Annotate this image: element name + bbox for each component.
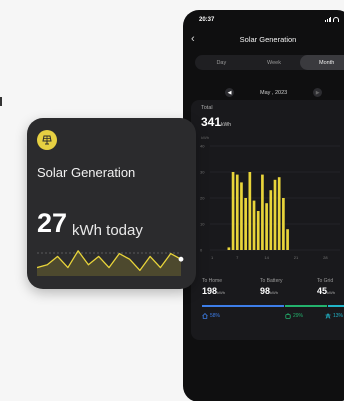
- status-time: 20:37: [199, 17, 215, 23]
- home-percent: 58%: [202, 313, 220, 319]
- page-title: Solar Generation: [239, 35, 297, 44]
- solar-widget[interactable]: Solar Generation 27 kWh today: [27, 118, 196, 289]
- period-tabs: Day Week Month: [195, 55, 344, 70]
- chart-bar: [269, 190, 273, 250]
- home-icon: [202, 313, 208, 319]
- chart-bar: [227, 247, 231, 250]
- tab-month[interactable]: Month: [300, 55, 344, 70]
- stat-unit: kWh: [327, 290, 336, 295]
- widget-title: Solar Generation: [37, 165, 136, 180]
- grid-percent: 13%: [325, 313, 343, 319]
- generation-sparkline: [37, 250, 184, 276]
- stat-unit: kWh: [270, 290, 279, 295]
- battery-share-bar: [285, 305, 327, 307]
- wifi-icon: [333, 17, 339, 22]
- stat-value: 198: [202, 286, 218, 296]
- signal-icon: [325, 17, 331, 22]
- y-tick-label: 0: [200, 248, 203, 253]
- total-label: Total: [201, 105, 213, 111]
- solar-panel-icon: [37, 130, 57, 150]
- x-tick-label: 1: [211, 255, 214, 260]
- stat-value: 98: [260, 286, 271, 296]
- stat-to-grid: To Grid 45kWh: [317, 278, 335, 296]
- chart-bar: [235, 174, 239, 250]
- chart-bar: [244, 198, 247, 250]
- sparkline-endpoint: [178, 256, 184, 262]
- chart-bar: [286, 229, 289, 250]
- edge-marker: [0, 97, 2, 106]
- x-tick-label: 14: [264, 255, 269, 260]
- chart-bar: [277, 177, 281, 250]
- x-tick-label: 7: [236, 255, 239, 260]
- stat-to-home: To Home 198kWh: [202, 278, 225, 296]
- percent-value: 13%: [333, 313, 344, 319]
- percent-value: 58%: [210, 313, 221, 319]
- stat-to-battery: To Battery 98kWh: [260, 278, 283, 296]
- chart-bar: [265, 203, 268, 250]
- total-number: 341: [201, 115, 222, 129]
- percent-value: 29%: [293, 313, 304, 319]
- grid-tower-icon: [325, 313, 331, 319]
- chart-bar: [248, 172, 252, 250]
- stat-label: To Grid: [317, 278, 334, 284]
- widget-value: 27: [37, 208, 68, 238]
- tab-day[interactable]: Day: [195, 55, 248, 70]
- chart-bar: [252, 200, 256, 250]
- x-tick-label: 21: [294, 255, 299, 260]
- x-tick-label: 28: [323, 255, 328, 260]
- chart-bar: [240, 182, 243, 250]
- next-month-button[interactable]: ▶: [313, 88, 323, 97]
- date-navigator: ◀ May , 2023 ▶: [225, 88, 323, 97]
- battery-percent: 29%: [285, 313, 303, 319]
- stat-label: To Battery: [260, 278, 283, 284]
- status-icons: [325, 17, 339, 22]
- y-tick-label: 40: [200, 144, 205, 149]
- grid-share-bar: [328, 305, 344, 307]
- date-label: May , 2023: [260, 89, 288, 96]
- total-value: 341kWh: [201, 115, 231, 129]
- monthly-bar-chart: 40 30 20 10 0 1 7 14 21 28: [200, 144, 340, 260]
- widget-unit: kWh today: [72, 222, 143, 239]
- tab-week[interactable]: Week: [248, 55, 301, 70]
- chart-bar: [282, 198, 285, 250]
- stat-label: To Home: [202, 278, 223, 284]
- chart-bar: [273, 179, 277, 250]
- y-tick-label: 20: [200, 196, 205, 201]
- chart-bar: [261, 174, 264, 250]
- chart-bar: [231, 172, 235, 250]
- y-tick-label: 30: [200, 170, 205, 175]
- stat-value: 45: [317, 286, 328, 296]
- sparkline-area: [37, 250, 181, 276]
- battery-icon: [285, 313, 291, 319]
- y-tick-label: 10: [200, 222, 205, 227]
- chart-bar: [256, 211, 260, 250]
- stat-unit: kWh: [217, 290, 226, 295]
- home-share-bar: [202, 305, 284, 307]
- total-unit: kWh: [221, 122, 232, 128]
- prev-month-button[interactable]: ◀: [225, 88, 234, 97]
